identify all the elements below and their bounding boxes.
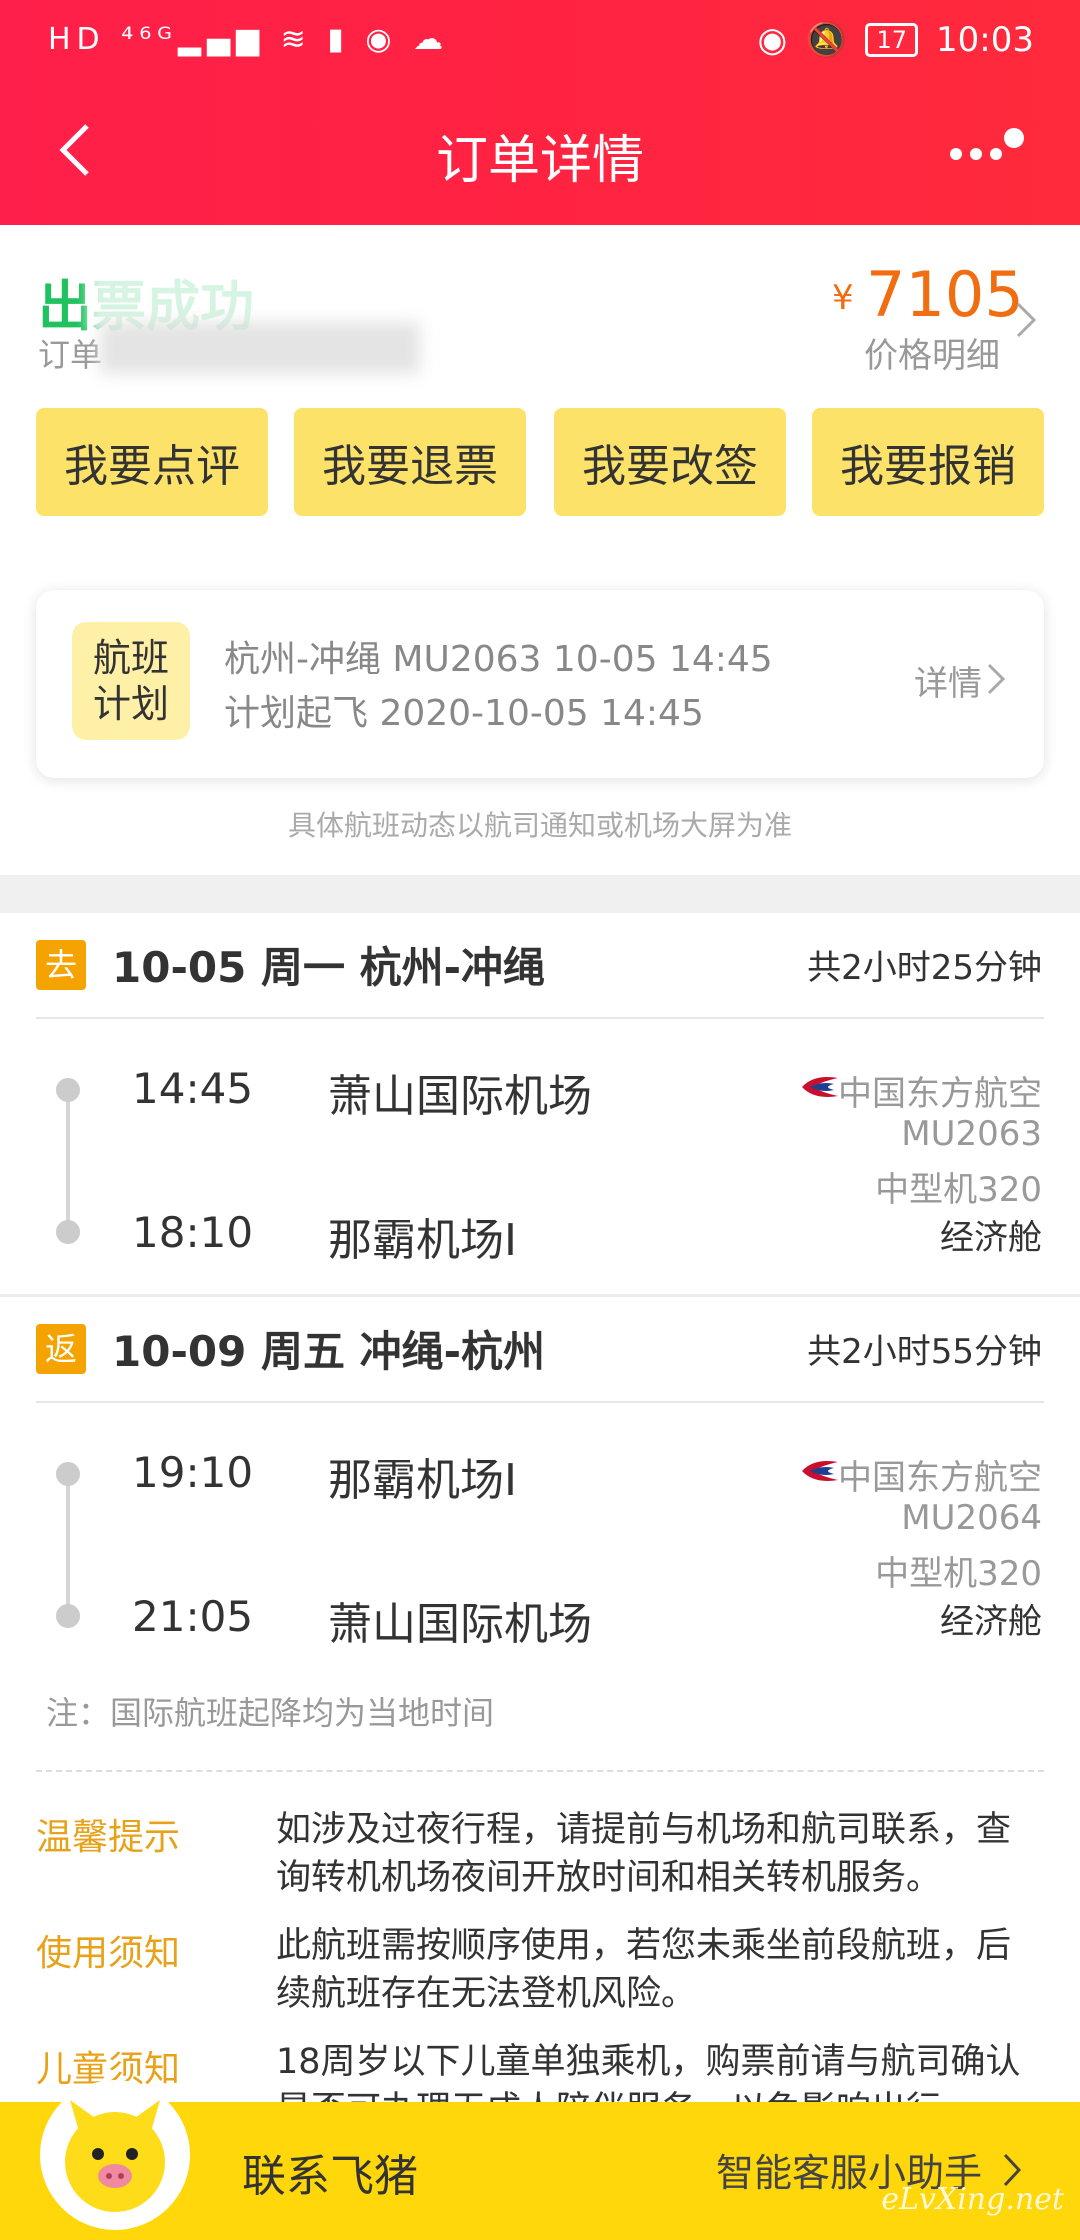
change-ticket-button[interactable]: 我要改签 <box>554 408 786 516</box>
page-title: 订单详情 <box>435 131 644 191</box>
mute-icon: 🔕 <box>805 20 848 60</box>
local-time-note: 注：国际航班起降均为当地时间 <box>46 1694 495 1732</box>
aircraft-type: 中型机320 <box>875 1554 1042 1594</box>
arrival-airport: 萧山国际机场 <box>328 1599 592 1650</box>
china-eastern-logo-icon <box>802 1077 838 1097</box>
price-currency: ¥ <box>832 278 854 318</box>
timeline-line <box>66 1090 70 1230</box>
reimburse-button[interactable]: 我要报销 <box>812 408 1044 516</box>
flight-dynamics-note: 具体航班动态以航司通知或机场大屏为准 <box>287 809 792 842</box>
tip-label-warm: 温馨提示 <box>36 1817 181 1858</box>
status-time: 10:03 <box>936 20 1034 60</box>
dashed-divider <box>36 1770 1044 1772</box>
segment-separator <box>0 1294 1080 1297</box>
eye-icon: ◉ <box>757 20 788 60</box>
divider <box>36 1017 1044 1019</box>
tip-text-warm: 如涉及过夜行程，请提前与机场和航司联系，查询转机机场夜间开放时间和相关转机服务。 <box>276 1810 1012 1898</box>
departure-airport: 那霸机场I <box>328 1455 517 1506</box>
flight-number: MU2063 <box>901 1114 1042 1154</box>
timeline-dot <box>56 1462 80 1486</box>
tip-text-usage: 此航班需按顺序使用，若您未乘坐前段航班，后续航班存在无法登机风险。 <box>276 1926 1012 2014</box>
order-number-blur <box>100 322 420 374</box>
flight-plan-badge: 航班 计划 <box>72 622 190 740</box>
cabin-class: 经济舱 <box>940 1218 1042 1258</box>
aircraft-type: 中型机320 <box>875 1170 1042 1210</box>
airline-name: 中国东方航空 <box>838 1458 1042 1498</box>
status-bar-right: ◉ 🔕 17 10:03 <box>757 20 1034 60</box>
arrival-time: 21:05 <box>132 1592 254 1641</box>
fliggy-mascot-icon[interactable] <box>40 2080 190 2230</box>
more-options-icon[interactable] <box>948 128 1028 168</box>
mascot-face-icon <box>43 2083 187 2227</box>
flight-plan-departure: 计划起飞 2020-10-05 14:45 <box>224 693 704 734</box>
app-header: HD ⁴⁶ᴳ▂▄▆ ≋ ▮ ◉ ☁ ◉ 🔕 17 10:03 订单详情 <box>0 0 1080 225</box>
flight-plan-detail-link[interactable]: 详情 <box>914 656 982 705</box>
divider <box>36 1401 1044 1403</box>
order-price[interactable]: 7105 <box>866 258 1024 331</box>
flight-plan-card[interactable]: 航班 计划 杭州-冲绳 MU2063 10-05 14:45 计划起飞 2020… <box>36 590 1044 778</box>
tip-label-usage: 使用须知 <box>36 1933 181 1974</box>
refund-button[interactable]: 我要退票 <box>294 408 526 516</box>
battery-indicator: 17 <box>865 23 919 57</box>
cabin-class: 经济舱 <box>940 1602 1042 1642</box>
departure-time: 19:10 <box>132 1448 254 1497</box>
return-tag: 返 <box>36 1324 86 1374</box>
outbound-tag: 去 <box>36 940 86 990</box>
status-bar-left: HD ⁴⁶ᴳ▂▄▆ ≋ ▮ ◉ ☁ <box>48 22 450 57</box>
segment-title: 10-05 周一 杭州-冲绳 <box>112 943 546 992</box>
order-number-label: 订单 <box>38 336 103 374</box>
timeline-line <box>66 1474 70 1614</box>
timeline-dot <box>56 1078 80 1102</box>
flight-plan-route: 杭州-冲绳 MU2063 10-05 14:45 <box>224 639 773 680</box>
departure-airport: 萧山国际机场 <box>328 1071 592 1122</box>
review-button[interactable]: 我要点评 <box>36 408 268 516</box>
arrival-time: 18:10 <box>132 1208 254 1257</box>
watermark: eLvXing.net <box>881 2182 1064 2217</box>
privacy-blur <box>88 252 288 332</box>
flight-number: MU2064 <box>901 1498 1042 1538</box>
price-detail-link[interactable]: 价格明细 <box>864 328 1000 377</box>
segment-duration: 共2小时25分钟 <box>807 948 1042 988</box>
chevron-right-icon[interactable] <box>986 662 1006 696</box>
contact-fliggy-button[interactable]: 联系飞猪 <box>242 2140 418 2204</box>
segment-title: 10-09 周五 冲绳-杭州 <box>112 1327 546 1376</box>
timeline-dot <box>56 1220 80 1244</box>
arrival-airport: 那霸机场I <box>328 1215 517 1266</box>
chevron-right-icon[interactable] <box>1014 300 1038 340</box>
china-eastern-logo-icon <box>802 1461 838 1481</box>
section-separator <box>0 875 1080 913</box>
segment-duration: 共2小时55分钟 <box>807 1332 1042 1372</box>
departure-time: 14:45 <box>132 1064 254 1113</box>
timeline-dot <box>56 1604 80 1628</box>
airline-name: 中国东方航空 <box>838 1074 1042 1114</box>
